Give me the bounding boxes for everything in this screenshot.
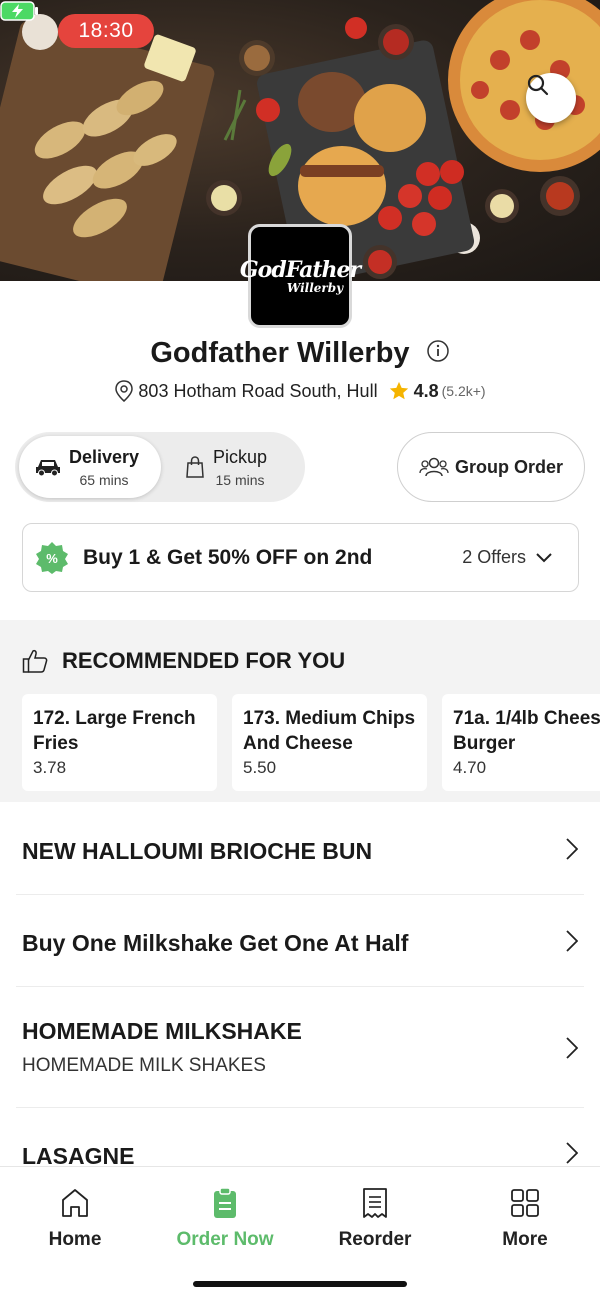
recommended-card[interactable]: 173. Medium Chips And Cheese 5.50 bbox=[232, 694, 427, 791]
shopping-bag-icon bbox=[186, 456, 204, 478]
recommended-item-price: 5.50 bbox=[243, 758, 277, 777]
logo-text-main: GodFather bbox=[239, 257, 361, 283]
category-title: HOMEMADE MILKSHAKE bbox=[22, 1018, 302, 1044]
star-icon bbox=[389, 381, 408, 400]
pickup-option[interactable]: Pickup 15 mins bbox=[175, 436, 301, 498]
search-button[interactable] bbox=[526, 73, 576, 123]
chevron-down-icon bbox=[536, 552, 552, 562]
chevron-right-icon bbox=[566, 838, 578, 860]
location-pin-icon bbox=[115, 380, 134, 402]
category-title: Buy One Milkshake Get One At Half bbox=[22, 930, 409, 956]
recommended-item-price: 3.78 bbox=[33, 758, 67, 777]
recommended-item-name: 71a. 1/4lb Cheese Burger bbox=[453, 708, 600, 754]
pickup-label: Pickup bbox=[213, 446, 268, 467]
delivery-label: Delivery bbox=[69, 446, 140, 467]
restaurant-name: Godfather Willerby bbox=[150, 337, 410, 369]
category-row[interactable]: LASAGNE bbox=[0, 1108, 600, 1166]
address-row: 803 Hotham Road South, Hull 4.8 (5.2k+) bbox=[0, 380, 600, 402]
nav-more-label: More bbox=[502, 1229, 548, 1250]
recommended-header: RECOMMENDED FOR YOU bbox=[22, 648, 345, 674]
search-icon bbox=[527, 74, 549, 96]
delivery-option[interactable]: Delivery 65 mins bbox=[19, 436, 161, 498]
nav-reorder-label: Reorder bbox=[338, 1229, 412, 1250]
category-title: LASAGNE bbox=[22, 1143, 135, 1166]
nav-order-now[interactable]: Order Now bbox=[150, 1187, 300, 1251]
offer-count: 2 Offers bbox=[462, 547, 526, 567]
restaurant-address: 803 Hotham Road South, Hull bbox=[138, 380, 378, 401]
discount-badge-icon: % bbox=[36, 541, 68, 574]
battery-icon bbox=[0, 1, 38, 21]
status-time: 18:30 bbox=[58, 14, 154, 48]
recommended-section: RECOMMENDED FOR YOU 172. Large French Fr… bbox=[0, 620, 600, 802]
chevron-right-icon bbox=[566, 930, 578, 952]
group-order-button[interactable]: Group Order bbox=[397, 432, 585, 502]
recommended-heading: RECOMMENDED FOR YOU bbox=[62, 648, 346, 673]
nav-order-now-label: Order Now bbox=[176, 1229, 274, 1250]
car-icon bbox=[36, 460, 60, 477]
offers-banner[interactable]: % Buy 1 & Get 50% OFF on 2nd 2 Offers bbox=[22, 523, 579, 592]
logo-text-sub: Willerby bbox=[286, 281, 344, 295]
nav-reorder[interactable]: Reorder bbox=[300, 1187, 450, 1251]
rating-count: (5.2k+) bbox=[441, 383, 486, 399]
order-mode-toggle: Delivery 65 mins Pickup 15 mins bbox=[15, 432, 305, 502]
recommended-item-name: 172. Large French Fries bbox=[33, 708, 196, 754]
home-icon bbox=[62, 1189, 88, 1217]
chevron-right-icon bbox=[566, 1142, 578, 1164]
group-users-icon bbox=[419, 457, 449, 477]
category-title: NEW HALLOUMI BRIOCHE BUN bbox=[22, 838, 373, 864]
rating-value: 4.8 bbox=[413, 380, 439, 401]
category-row[interactable]: HOMEMADE MILKSHAKE HOMEMADE MILK SHAKES bbox=[0, 987, 600, 1107]
thumbs-up-icon bbox=[22, 649, 48, 673]
restaurant-name-row: Godfather Willerby bbox=[0, 337, 600, 370]
nav-more[interactable]: More bbox=[450, 1187, 600, 1251]
restaurant-logo: GodFather Willerby bbox=[240, 224, 361, 328]
discount-badge-symbol: % bbox=[46, 551, 58, 566]
group-order-label: Group Order bbox=[454, 456, 563, 477]
chevron-right-icon bbox=[566, 1037, 578, 1059]
category-row[interactable]: NEW HALLOUMI BRIOCHE BUN bbox=[0, 802, 600, 894]
pickup-time: 15 mins bbox=[215, 471, 265, 488]
delivery-time: 65 mins bbox=[79, 471, 129, 488]
nav-home-label: Home bbox=[48, 1229, 102, 1250]
bottom-navigation: Home Order Now Reorder More bbox=[0, 1166, 600, 1298]
recommended-card[interactable]: 71a. 1/4lb Cheese Burger 4.70 bbox=[442, 694, 600, 791]
category-row[interactable]: Buy One Milkshake Get One At Half bbox=[0, 895, 600, 986]
recommended-card[interactable]: 172. Large French Fries 3.78 bbox=[22, 694, 217, 791]
receipt-icon bbox=[363, 1188, 387, 1218]
grid-icon bbox=[511, 1189, 539, 1217]
recommended-item-name: 173. Medium Chips And Cheese bbox=[243, 708, 416, 754]
home-indicator bbox=[193, 1281, 407, 1287]
info-icon[interactable] bbox=[426, 339, 450, 363]
nav-home[interactable]: Home bbox=[0, 1187, 150, 1251]
recommended-item-price: 4.70 bbox=[453, 758, 487, 777]
category-subtitle: HOMEMADE MILK SHAKES bbox=[22, 1055, 266, 1076]
offer-title: Buy 1 & Get 50% OFF on 2nd bbox=[83, 545, 373, 569]
order-icon bbox=[214, 1187, 236, 1218]
